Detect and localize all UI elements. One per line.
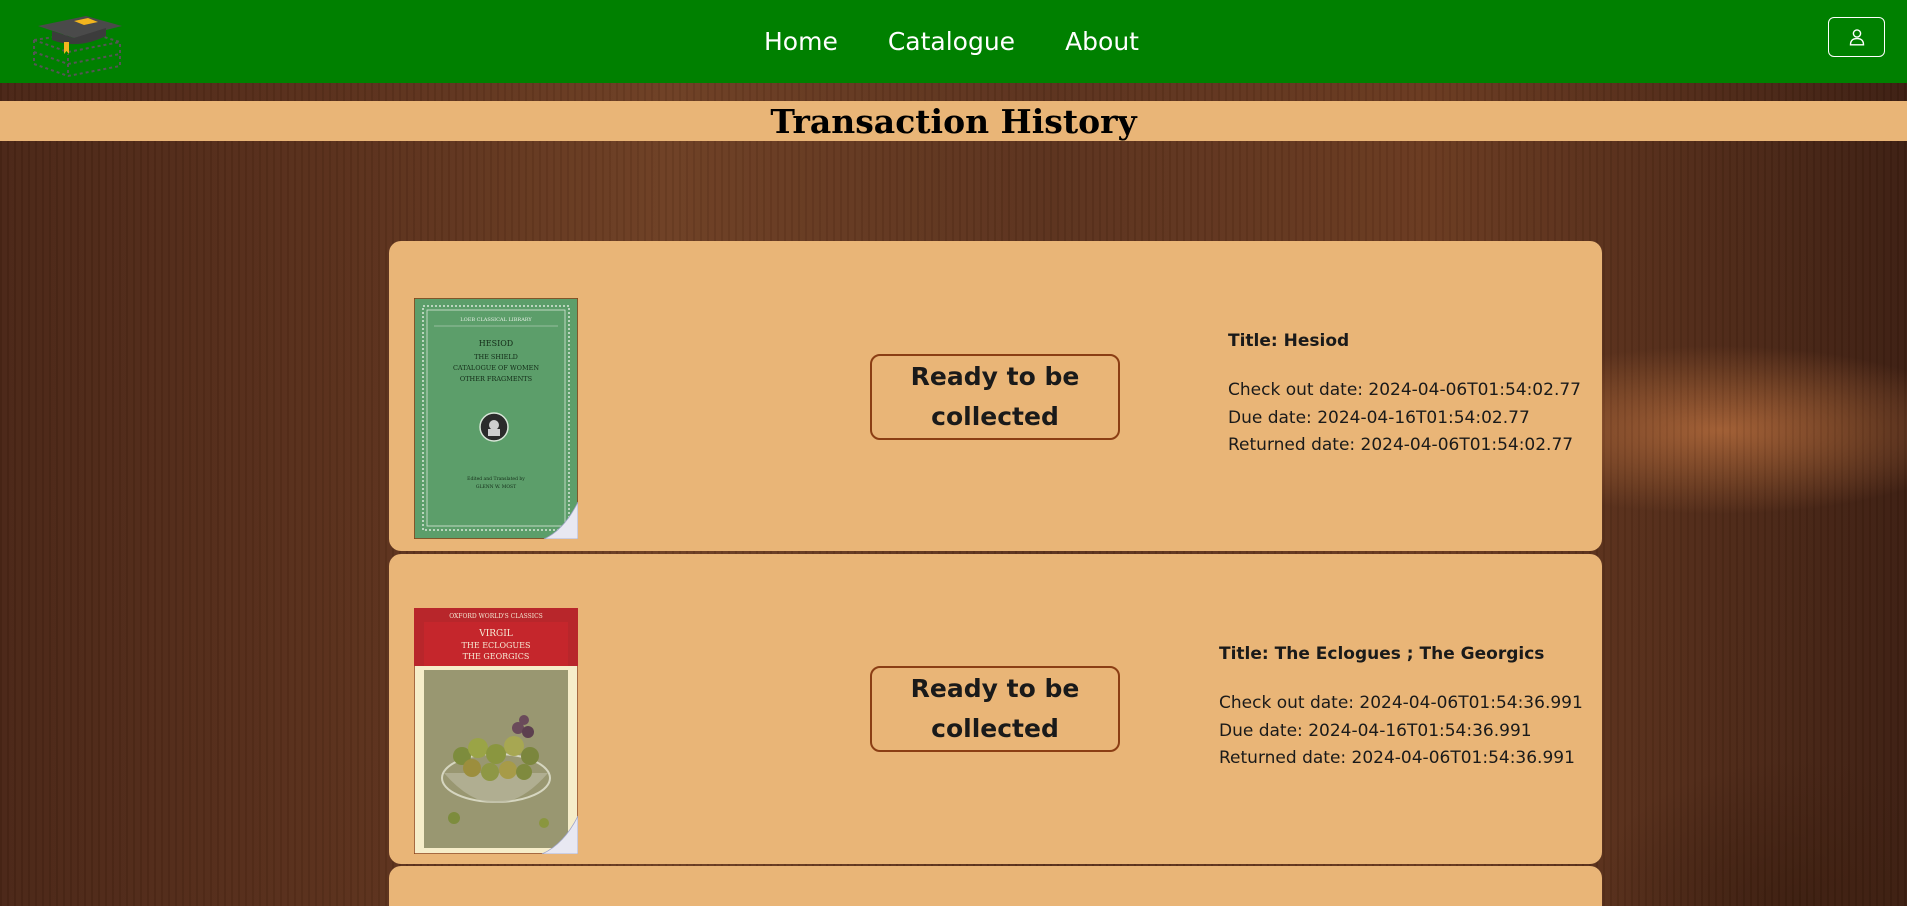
due-date: Due date: 2024-04-16T01:54:02.77 <box>1228 407 1530 428</box>
book-cover-image: LOEB CLASSICAL LIBRARY HESIOD THE SHIELD… <box>414 298 578 539</box>
transaction-details: Title: The Eclogues ; The Georgics Check… <box>1219 644 1583 773</box>
transaction-card <box>389 866 1602 906</box>
collection-status-button[interactable]: Ready to be collected <box>870 666 1120 752</box>
checkout-date: Check out date: 2024-04-06T01:54:36.991 <box>1219 693 1583 713</box>
main-nav: Home Catalogue About <box>0 0 1907 83</box>
transaction-card: LOEB CLASSICAL LIBRARY HESIOD THE SHIELD… <box>389 241 1602 551</box>
cover-credit2: GLENN W. MOST <box>476 484 516 490</box>
nav-home-link[interactable]: Home <box>764 27 838 56</box>
book-title: Title: The Eclogues ; The Georgics <box>1219 644 1545 664</box>
returned-date: Returned date: 2024-04-06T01:54:02.77 <box>1228 435 1574 455</box>
cover-line2: THE ECLOGUES <box>462 641 531 650</box>
cover-line1: VIRGIL <box>478 629 513 639</box>
cover-credit1: Edited and Translated by <box>467 476 525 482</box>
top-navbar: Home Catalogue About <box>0 0 1907 83</box>
page-title: Transaction History <box>770 101 1137 141</box>
transaction-card: OXFORD WORLD'S CLASSICS VIRGIL THE ECLOG… <box>389 554 1602 864</box>
nav-about-link[interactable]: About <box>1065 27 1139 56</box>
cover-line4: OTHER FRAGMENTS <box>460 375 532 383</box>
returned-date: Returned date: 2024-04-06T01:54:36.991 <box>1219 748 1575 768</box>
checkout-date: Check out date: 2024-04-06T01:54:02.77 <box>1228 380 1581 400</box>
nav-catalogue-link[interactable]: Catalogue <box>888 27 1015 56</box>
page-title-bar: Transaction History <box>0 101 1907 141</box>
collection-status-label: Ready to be collected <box>910 362 1080 431</box>
cover-line2: THE SHIELD <box>474 353 518 361</box>
book-title: Title: Hesiod <box>1228 331 1350 351</box>
cover-series: OXFORD WORLD'S CLASSICS <box>449 613 543 620</box>
collection-status-button[interactable]: Ready to be collected <box>870 354 1120 440</box>
user-icon <box>1849 29 1864 46</box>
cover-line3: CATALOGUE OF WOMEN <box>453 364 539 372</box>
cover-line1: HESIOD <box>479 339 513 348</box>
due-date: Due date: 2024-04-16T01:54:36.991 <box>1219 720 1532 741</box>
cover-series: LOEB CLASSICAL LIBRARY <box>460 317 532 323</box>
collection-status-label: Ready to be collected <box>910 674 1080 743</box>
transaction-details: Title: Hesiod Check out date: 2024-04-06… <box>1228 331 1581 460</box>
user-account-button[interactable] <box>1828 17 1885 57</box>
cover-line3: THE GEORGICS <box>463 652 530 661</box>
book-cover-image: OXFORD WORLD'S CLASSICS VIRGIL THE ECLOG… <box>414 608 578 854</box>
